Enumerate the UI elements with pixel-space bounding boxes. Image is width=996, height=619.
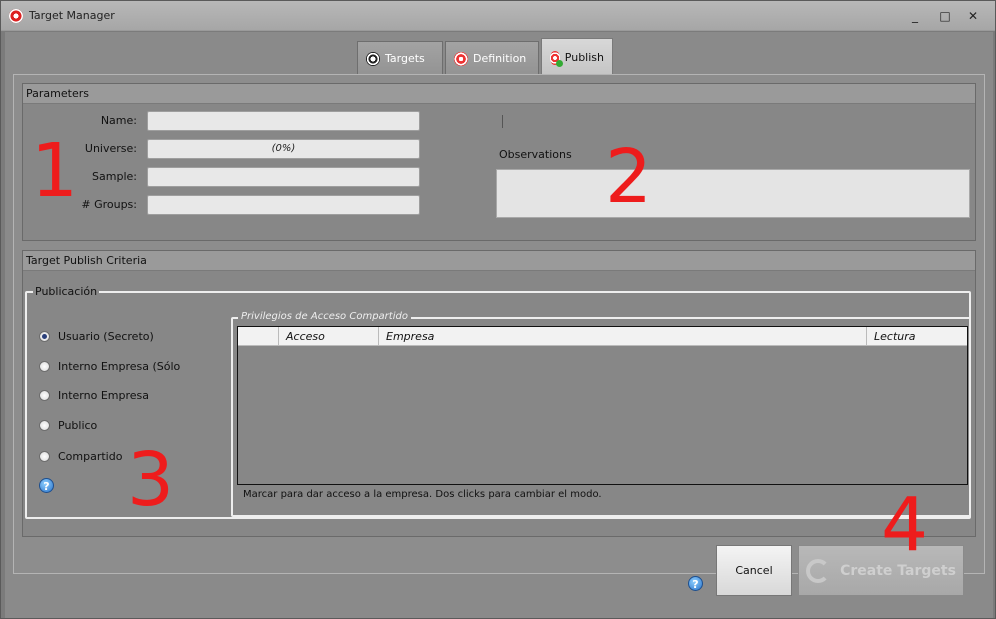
annotation-4: 4 bbox=[881, 482, 929, 568]
separator bbox=[502, 115, 503, 128]
privileges-note: Marcar para dar acceso a la empresa. Dos… bbox=[243, 489, 602, 500]
radio-label: Usuario (Secreto) bbox=[58, 330, 154, 343]
footer-help-icon[interactable]: ? bbox=[688, 576, 703, 591]
observations-label: Observations bbox=[499, 148, 572, 161]
observations-field[interactable] bbox=[496, 169, 970, 218]
name-field[interactable] bbox=[147, 111, 420, 131]
tab-publish[interactable]: Publish bbox=[541, 38, 613, 76]
title-bar: Target Manager _ □ ✕ bbox=[1, 1, 995, 31]
publish-tab-page: Parameters Name: Universe: (0%) Sample: … bbox=[13, 74, 985, 574]
target-icon bbox=[454, 51, 468, 66]
close-button[interactable]: ✕ bbox=[965, 9, 981, 23]
sample-field[interactable] bbox=[147, 167, 420, 187]
radio-label: Compartido bbox=[58, 450, 123, 463]
tab-publish-label: Publish bbox=[564, 51, 604, 64]
name-label: Name: bbox=[100, 114, 137, 127]
universe-field: (0%) bbox=[147, 139, 420, 159]
radio-button[interactable] bbox=[39, 331, 50, 342]
target-manager-window: Target Manager _ □ ✕ Targets Definition … bbox=[0, 0, 996, 619]
help-icon[interactable]: ? bbox=[39, 478, 54, 493]
annotation-3: 3 bbox=[127, 437, 175, 523]
radio-compartido[interactable]: Compartido bbox=[39, 450, 122, 463]
radio-label: Interno Empresa (Sólo bbox=[58, 360, 181, 373]
annotation-2: 2 bbox=[605, 134, 653, 220]
publicacion-fieldset: Publicación Usuario (Secreto) Interno Em… bbox=[25, 285, 971, 523]
radio-usuario-secreto[interactable]: Usuario (Secreto) bbox=[39, 330, 154, 343]
radio-button[interactable] bbox=[39, 451, 50, 462]
radio-button[interactable] bbox=[39, 420, 50, 431]
radio-button[interactable] bbox=[39, 390, 50, 401]
privileges-legend: Privilegios de Acceso Compartido bbox=[238, 311, 411, 322]
radio-interno-empresa[interactable]: Interno Empresa bbox=[39, 389, 149, 402]
maximize-button[interactable]: □ bbox=[937, 9, 953, 23]
privileges-fieldset: Privilegios de Acceso Compartido Acceso … bbox=[231, 311, 971, 517]
minimize-button[interactable]: _ bbox=[907, 9, 923, 23]
refresh-icon bbox=[806, 558, 831, 583]
tab-definition[interactable]: Definition bbox=[445, 41, 539, 75]
tab-targets-label: Targets bbox=[385, 52, 425, 65]
privileges-grid[interactable]: Acceso Empresa Lectura bbox=[237, 326, 968, 485]
radio-button[interactable] bbox=[39, 361, 50, 372]
radio-interno-empresa-solo[interactable]: Interno Empresa (Sólo bbox=[39, 360, 180, 373]
grid-col-select bbox=[238, 327, 279, 345]
client-area: Targets Definition Publish Parameters Na… bbox=[5, 32, 993, 618]
tab-targets[interactable]: Targets bbox=[357, 41, 443, 75]
criteria-header: Target Publish Criteria bbox=[23, 251, 975, 271]
grid-col-acceso[interactable]: Acceso bbox=[279, 327, 379, 345]
radio-label: Interno Empresa bbox=[58, 389, 149, 402]
groups-field[interactable] bbox=[147, 195, 420, 215]
window-title: Target Manager bbox=[29, 9, 115, 22]
publicacion-legend: Publicación bbox=[33, 285, 100, 298]
grid-header: Acceso Empresa Lectura bbox=[238, 327, 967, 346]
target-app-icon bbox=[9, 9, 23, 23]
grid-col-empresa[interactable]: Empresa bbox=[379, 327, 867, 345]
target-add-icon bbox=[550, 50, 563, 67]
parameters-group: Parameters Name: Universe: (0%) Sample: … bbox=[22, 83, 976, 241]
radio-publico[interactable]: Publico bbox=[39, 419, 97, 432]
parameters-header: Parameters bbox=[23, 84, 975, 104]
grid-col-lectura[interactable]: Lectura bbox=[867, 327, 967, 345]
cancel-button-label: Cancel bbox=[735, 564, 773, 577]
cancel-button[interactable]: Cancel bbox=[716, 545, 792, 596]
target-dart-icon bbox=[366, 51, 380, 66]
radio-label: Publico bbox=[58, 419, 98, 432]
publish-criteria-group: Target Publish Criteria Publicación Usua… bbox=[22, 250, 976, 537]
tab-definition-label: Definition bbox=[473, 52, 527, 65]
annotation-1: 1 bbox=[31, 128, 79, 214]
